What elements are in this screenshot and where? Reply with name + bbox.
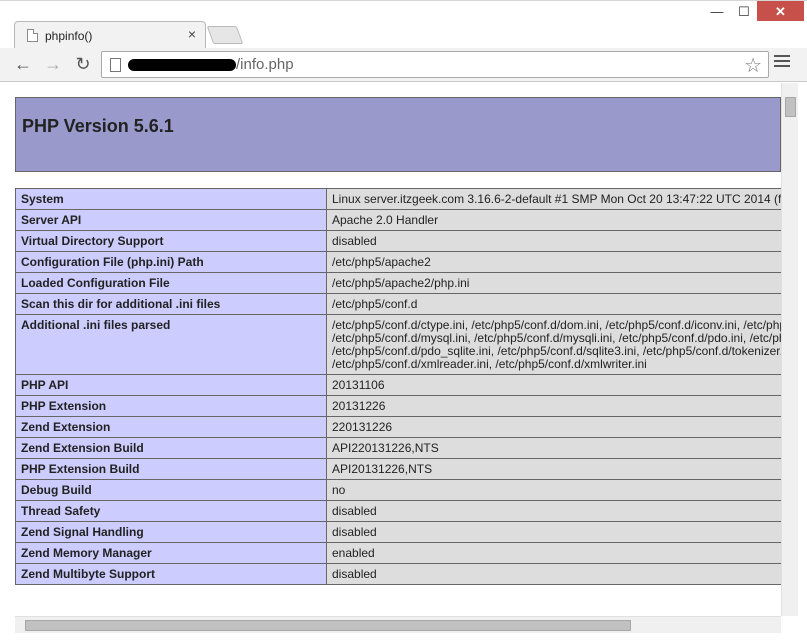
row-key: PHP Extension xyxy=(15,395,327,417)
address-bar[interactable]: /info.php ☆ xyxy=(101,51,769,78)
row-key: System xyxy=(15,188,327,210)
row-value: disabled xyxy=(326,521,795,543)
table-row: Zend Extension 220131226 xyxy=(15,416,795,438)
new-tab-button[interactable] xyxy=(206,26,244,44)
row-value: 220131226 xyxy=(326,416,795,438)
row-value: Apache 2.0 Handler xyxy=(326,209,795,231)
row-key: Thread Safety xyxy=(15,500,327,522)
row-key: Server API xyxy=(15,209,327,231)
vertical-scrollbar[interactable] xyxy=(781,83,798,616)
table-row: Zend Memory Manager enabled xyxy=(15,542,795,564)
row-key: Scan this dir for additional .ini files xyxy=(15,293,327,315)
url-path[interactable]: /info.php xyxy=(236,56,294,73)
table-row: Server API Apache 2.0 Handler xyxy=(15,209,795,231)
row-key: Additional .ini files parsed xyxy=(15,314,327,375)
table-row: Additional .ini files parsed/etc/php5/co… xyxy=(15,314,795,375)
row-value: 20131106 xyxy=(326,374,795,396)
tab-title: phpinfo() xyxy=(45,29,93,43)
row-value: disabled xyxy=(326,230,795,252)
row-value: disabled xyxy=(326,563,795,585)
browser-toolbar: ← → ↻ /info.php ☆ xyxy=(0,48,807,82)
window-edge xyxy=(798,83,807,640)
table-row: Thread Safety disabled xyxy=(15,500,795,522)
row-key: PHP Extension Build xyxy=(15,458,327,480)
row-value-line: /etc/php5/conf.d/xmlreader.ini, /etc/php… xyxy=(332,357,647,371)
row-key: Virtual Directory Support xyxy=(15,230,327,252)
row-key: PHP API xyxy=(15,374,327,396)
page-info-icon[interactable] xyxy=(110,58,121,72)
title-bar: phpinfo() × — ☐ ✕ xyxy=(0,0,807,49)
reload-icon[interactable]: ↻ xyxy=(72,53,94,75)
tab-close-icon[interactable]: × xyxy=(188,26,196,42)
forward-arrow-icon[interactable]: → xyxy=(42,53,64,75)
row-value: /etc/php5/conf.d/ctype.ini, /etc/php5/co… xyxy=(326,314,795,375)
row-value: /etc/php5/apache2/php.ini xyxy=(326,272,795,294)
table-row: Scan this dir for additional .ini files /… xyxy=(15,293,795,315)
row-value: 20131226 xyxy=(326,395,795,417)
row-key: Zend Extension xyxy=(15,416,327,438)
row-value: API220131226,NTS xyxy=(326,437,795,459)
table-row: Debug Build no xyxy=(15,479,795,501)
table-row: PHP Extension Build API20131226,NTS xyxy=(15,458,795,480)
table-row: Loaded Configuration File/etc/php5/apach… xyxy=(15,272,795,294)
row-value: enabled xyxy=(326,542,795,564)
row-value: API20131226,NTS xyxy=(326,458,795,480)
minimize-button[interactable]: — xyxy=(704,1,730,21)
vertical-scroll-thumb[interactable] xyxy=(785,97,796,117)
page-title: PHP Version 5.6.1 xyxy=(22,116,174,136)
table-row: Zend Signal Handling disabled xyxy=(15,521,795,543)
row-value: no xyxy=(326,479,795,501)
table-row: PHP API 20131106 xyxy=(15,374,795,396)
bookmark-star-icon[interactable]: ☆ xyxy=(744,53,762,78)
maximize-button[interactable]: ☐ xyxy=(731,1,757,21)
row-key: Zend Signal Handling xyxy=(15,521,327,543)
page-viewport: PHP Version 5.6.1 System Linux server.itz… xyxy=(0,83,807,640)
row-key: Debug Build xyxy=(15,479,327,501)
table-row: Virtual Directory Support disabled xyxy=(15,230,795,252)
row-key: Zend Extension Build xyxy=(15,437,327,459)
redacted-host xyxy=(128,59,236,71)
row-key: Zend Multibyte Support xyxy=(15,563,327,585)
row-key: Configuration File (php.ini) Path xyxy=(15,251,327,273)
table-row: PHP Extension 20131226 xyxy=(15,395,795,417)
phpinfo-content: PHP Version 5.6.1 System Linux server.itz… xyxy=(15,97,795,585)
page-icon xyxy=(27,29,38,42)
row-value: /etc/php5/conf.d xyxy=(326,293,795,315)
table-row: Zend Extension Build API220131226,NTS xyxy=(15,437,795,459)
row-key: Loaded Configuration File xyxy=(15,272,327,294)
row-value: disabled xyxy=(326,500,795,522)
row-key: Zend Memory Manager xyxy=(15,542,327,564)
row-value: /etc/php5/apache2 xyxy=(326,251,795,273)
table-row: System Linux server.itzgeek.com 3.16.6-2-… xyxy=(15,188,795,210)
row-value: Linux server.itzgeek.com 3.16.6-2-defaul… xyxy=(326,188,795,210)
horizontal-scroll-thumb[interactable] xyxy=(25,620,631,631)
horizontal-scrollbar[interactable] xyxy=(15,616,781,633)
menu-hamburger-icon[interactable] xyxy=(774,55,790,71)
info-table: System Linux server.itzgeek.com 3.16.6-2-… xyxy=(15,188,795,585)
version-header: PHP Version 5.6.1 xyxy=(15,97,781,172)
close-window-button[interactable]: ✕ xyxy=(757,1,804,21)
back-arrow-icon[interactable]: ← xyxy=(12,53,34,75)
tab-phpinfo[interactable]: phpinfo() × xyxy=(14,21,206,49)
table-row: Configuration File (php.ini) Path/etc/ph… xyxy=(15,251,795,273)
table-row: Zend Multibyte Support disabled xyxy=(15,563,795,585)
